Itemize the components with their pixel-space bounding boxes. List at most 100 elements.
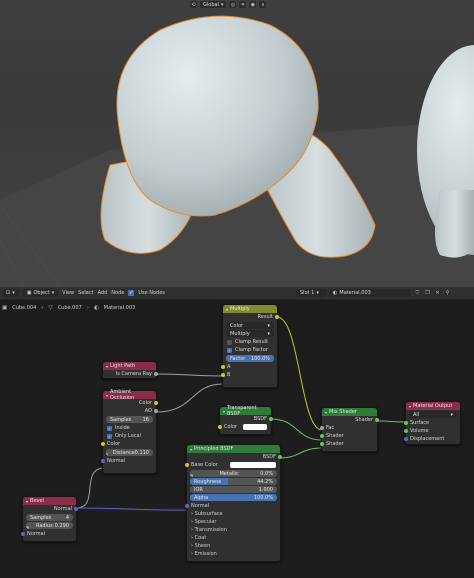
socket-surface[interactable] (404, 421, 408, 425)
menu-select[interactable]: Select (78, 290, 93, 296)
panel-sheen[interactable]: › Sheen (187, 542, 280, 550)
transparent-bsdf-node-header[interactable]: ▾ Transparent BSDF (220, 405, 271, 417)
target-dropdown[interactable]: All ▾ (409, 411, 457, 418)
ior-field[interactable]: IOR 1.000 (190, 486, 277, 493)
material-output-node[interactable]: ▾ Material Output All ▾ Surface Volume Di… (404, 401, 461, 445)
chevron-down-icon: ▾ (267, 330, 270, 337)
collapse-icon[interactable]: ▾ (190, 447, 192, 452)
panel-transmission[interactable]: › Transmission (187, 526, 280, 534)
mode-dropdown[interactable]: ▣ Object ▾ (22, 289, 59, 297)
editor-type-button[interactable]: ⊡ ▾ (2, 289, 19, 297)
duplicate-icon[interactable]: ❐ (424, 289, 431, 297)
only-local-checkbox[interactable]: ✓ (107, 433, 112, 439)
socket-shader-1[interactable] (320, 434, 324, 438)
material-selector[interactable]: ◐ Material.003 (329, 289, 411, 297)
principled-bsdf-node[interactable]: ▾ Principled BSDF BSDF Base Color Metall… (185, 444, 282, 562)
mix-shader-node[interactable]: ▾ Mix Shader Shader Fac Shader Shader (320, 407, 379, 452)
panel-emission[interactable]: › Emission (187, 550, 280, 558)
light-path-node[interactable]: ▾ Light Path Is Camera Ray (102, 361, 158, 379)
transparent-bsdf-node[interactable]: ▾ Transparent BSDF BSDF Color (218, 405, 273, 435)
data-type-dropdown[interactable]: Color ▾ (226, 322, 274, 329)
socket-color-in[interactable] (101, 442, 105, 446)
node-editor-canvas[interactable]: ▣ Cube.004 › ▽ Cube.007 › ◐ Material.003… (0, 300, 474, 578)
panel-coat[interactable]: › Coat (187, 534, 280, 542)
distance-field[interactable]: Distance 0.110 (106, 449, 153, 456)
color-swatch[interactable] (243, 424, 267, 430)
pivot-icon[interactable]: ◎ (229, 1, 237, 8)
ambient-occlusion-node-header[interactable]: ▾ Ambient Occlusion (103, 389, 156, 401)
menu-add[interactable]: Add (98, 290, 108, 296)
menu-view[interactable]: View (62, 290, 74, 296)
socket-color-out[interactable] (154, 401, 158, 405)
collapse-icon[interactable]: ▾ (106, 393, 108, 398)
blend-mode-dropdown[interactable]: Multiply ▾ (226, 330, 274, 337)
socket-bsdf-out[interactable] (269, 417, 273, 421)
socket-normal[interactable] (185, 504, 189, 508)
mix-shader-node-header[interactable]: ▾ Mix Shader (322, 408, 377, 416)
close-icon[interactable]: ✕ (434, 289, 441, 297)
base-color-swatch[interactable] (229, 462, 276, 468)
socket-b[interactable] (221, 373, 225, 377)
transform-orientation-icon[interactable]: ⟲ (190, 1, 197, 8)
light-path-node-header[interactable]: ▾ Light Path (103, 362, 156, 370)
socket-radius[interactable] (26, 525, 29, 529)
material-output-node-header[interactable]: ▾ Material Output (406, 402, 460, 410)
socket-color-in[interactable] (218, 425, 222, 429)
orientation-dropdown[interactable]: Global ▾ (200, 1, 227, 8)
socket-shader-2[interactable] (320, 442, 324, 446)
falloff-icon[interactable]: ∧ (259, 1, 267, 8)
principled-bsdf-node-header[interactable]: ▾ Principled BSDF (187, 445, 280, 453)
roughness-slider[interactable]: Roughness 44.2% (190, 478, 277, 485)
menu-node[interactable]: Node (111, 290, 124, 296)
panel-subsurface[interactable]: › Subsurface (187, 510, 280, 518)
radius-field[interactable]: Radius 0.290 (26, 522, 73, 529)
collapse-icon[interactable]: ▾ (26, 499, 28, 504)
socket-normal-out[interactable] (74, 507, 78, 511)
samples-field[interactable]: Samples 16 (106, 416, 153, 423)
use-nodes-checkbox[interactable]: ✓ (128, 290, 135, 296)
bevel-node-header[interactable]: ▾ Bevel (23, 497, 76, 505)
clamp-result-checkbox[interactable] (227, 339, 232, 345)
collapse-icon[interactable]: ▾ (106, 364, 108, 369)
proportional-edit-icon[interactable]: ◉ (249, 1, 257, 8)
socket-normal-in[interactable] (101, 459, 105, 463)
collapse-icon[interactable]: ▾ (223, 409, 225, 414)
fake-user-icon[interactable]: ⛉ (414, 289, 421, 297)
inside-checkbox[interactable]: ✓ (107, 425, 112, 431)
socket-base-color[interactable] (185, 463, 189, 467)
bevel-node[interactable]: ▾ Bevel Normal Samples 4 Radius 0.290 No… (21, 496, 78, 542)
collapse-icon[interactable]: ▾ (226, 307, 228, 312)
socket-fac[interactable] (320, 426, 324, 430)
inside-toggle[interactable]: ✓ Inside (103, 424, 156, 432)
multiply-node[interactable]: ▾ Multiply Result Color ▾ Multiply ▾ Clamp… (221, 304, 279, 388)
socket-is-camera-ray[interactable] (154, 372, 158, 376)
socket-volume[interactable] (404, 429, 408, 433)
socket-shader-out[interactable] (375, 418, 379, 422)
metallic-slider[interactable]: Metallic 0.0% (190, 470, 277, 477)
only-local-toggle[interactable]: ✓ Only Local (103, 432, 156, 440)
slot-dropdown[interactable]: Slot 1 ▾ (296, 289, 326, 297)
collapse-icon[interactable]: ▾ (325, 410, 327, 415)
clamp-factor-toggle[interactable]: ✓ Clamp Factor (223, 346, 277, 354)
snap-icon[interactable]: ⌗ (239, 1, 247, 8)
ambient-occlusion-node[interactable]: ▾ Ambient Occlusion Color AO Samples 16 … (101, 389, 158, 474)
socket-a[interactable] (221, 365, 225, 369)
clamp-factor-checkbox[interactable]: ✓ (227, 347, 232, 353)
factor-slider[interactable]: Factor 100.0% (226, 355, 274, 362)
panel-specular[interactable]: › Specular (187, 518, 280, 526)
socket-result[interactable] (275, 315, 279, 319)
alpha-slider[interactable]: Alpha 100.0% (190, 494, 277, 501)
collapse-icon[interactable]: ▾ (409, 404, 411, 409)
clamp-result-toggle[interactable]: Clamp Result (223, 338, 277, 346)
input-base-color: Base Color (185, 461, 280, 469)
socket-displacement[interactable] (404, 437, 408, 441)
pin-icon[interactable]: ⚲ (444, 289, 451, 297)
socket-ao-out[interactable] (154, 409, 158, 413)
samples-field[interactable]: Samples 4 (26, 514, 73, 521)
multiply-node-header[interactable]: ▾ Multiply (223, 305, 277, 313)
socket-bsdf-out[interactable] (278, 455, 282, 459)
socket-distance[interactable] (106, 452, 108, 456)
socket-normal-in[interactable] (21, 532, 25, 536)
3d-viewport[interactable]: ⟲ Global ▾ ◎ ⌗ ◉ ∧ (0, 0, 474, 287)
socket-metallic[interactable] (190, 473, 193, 477)
